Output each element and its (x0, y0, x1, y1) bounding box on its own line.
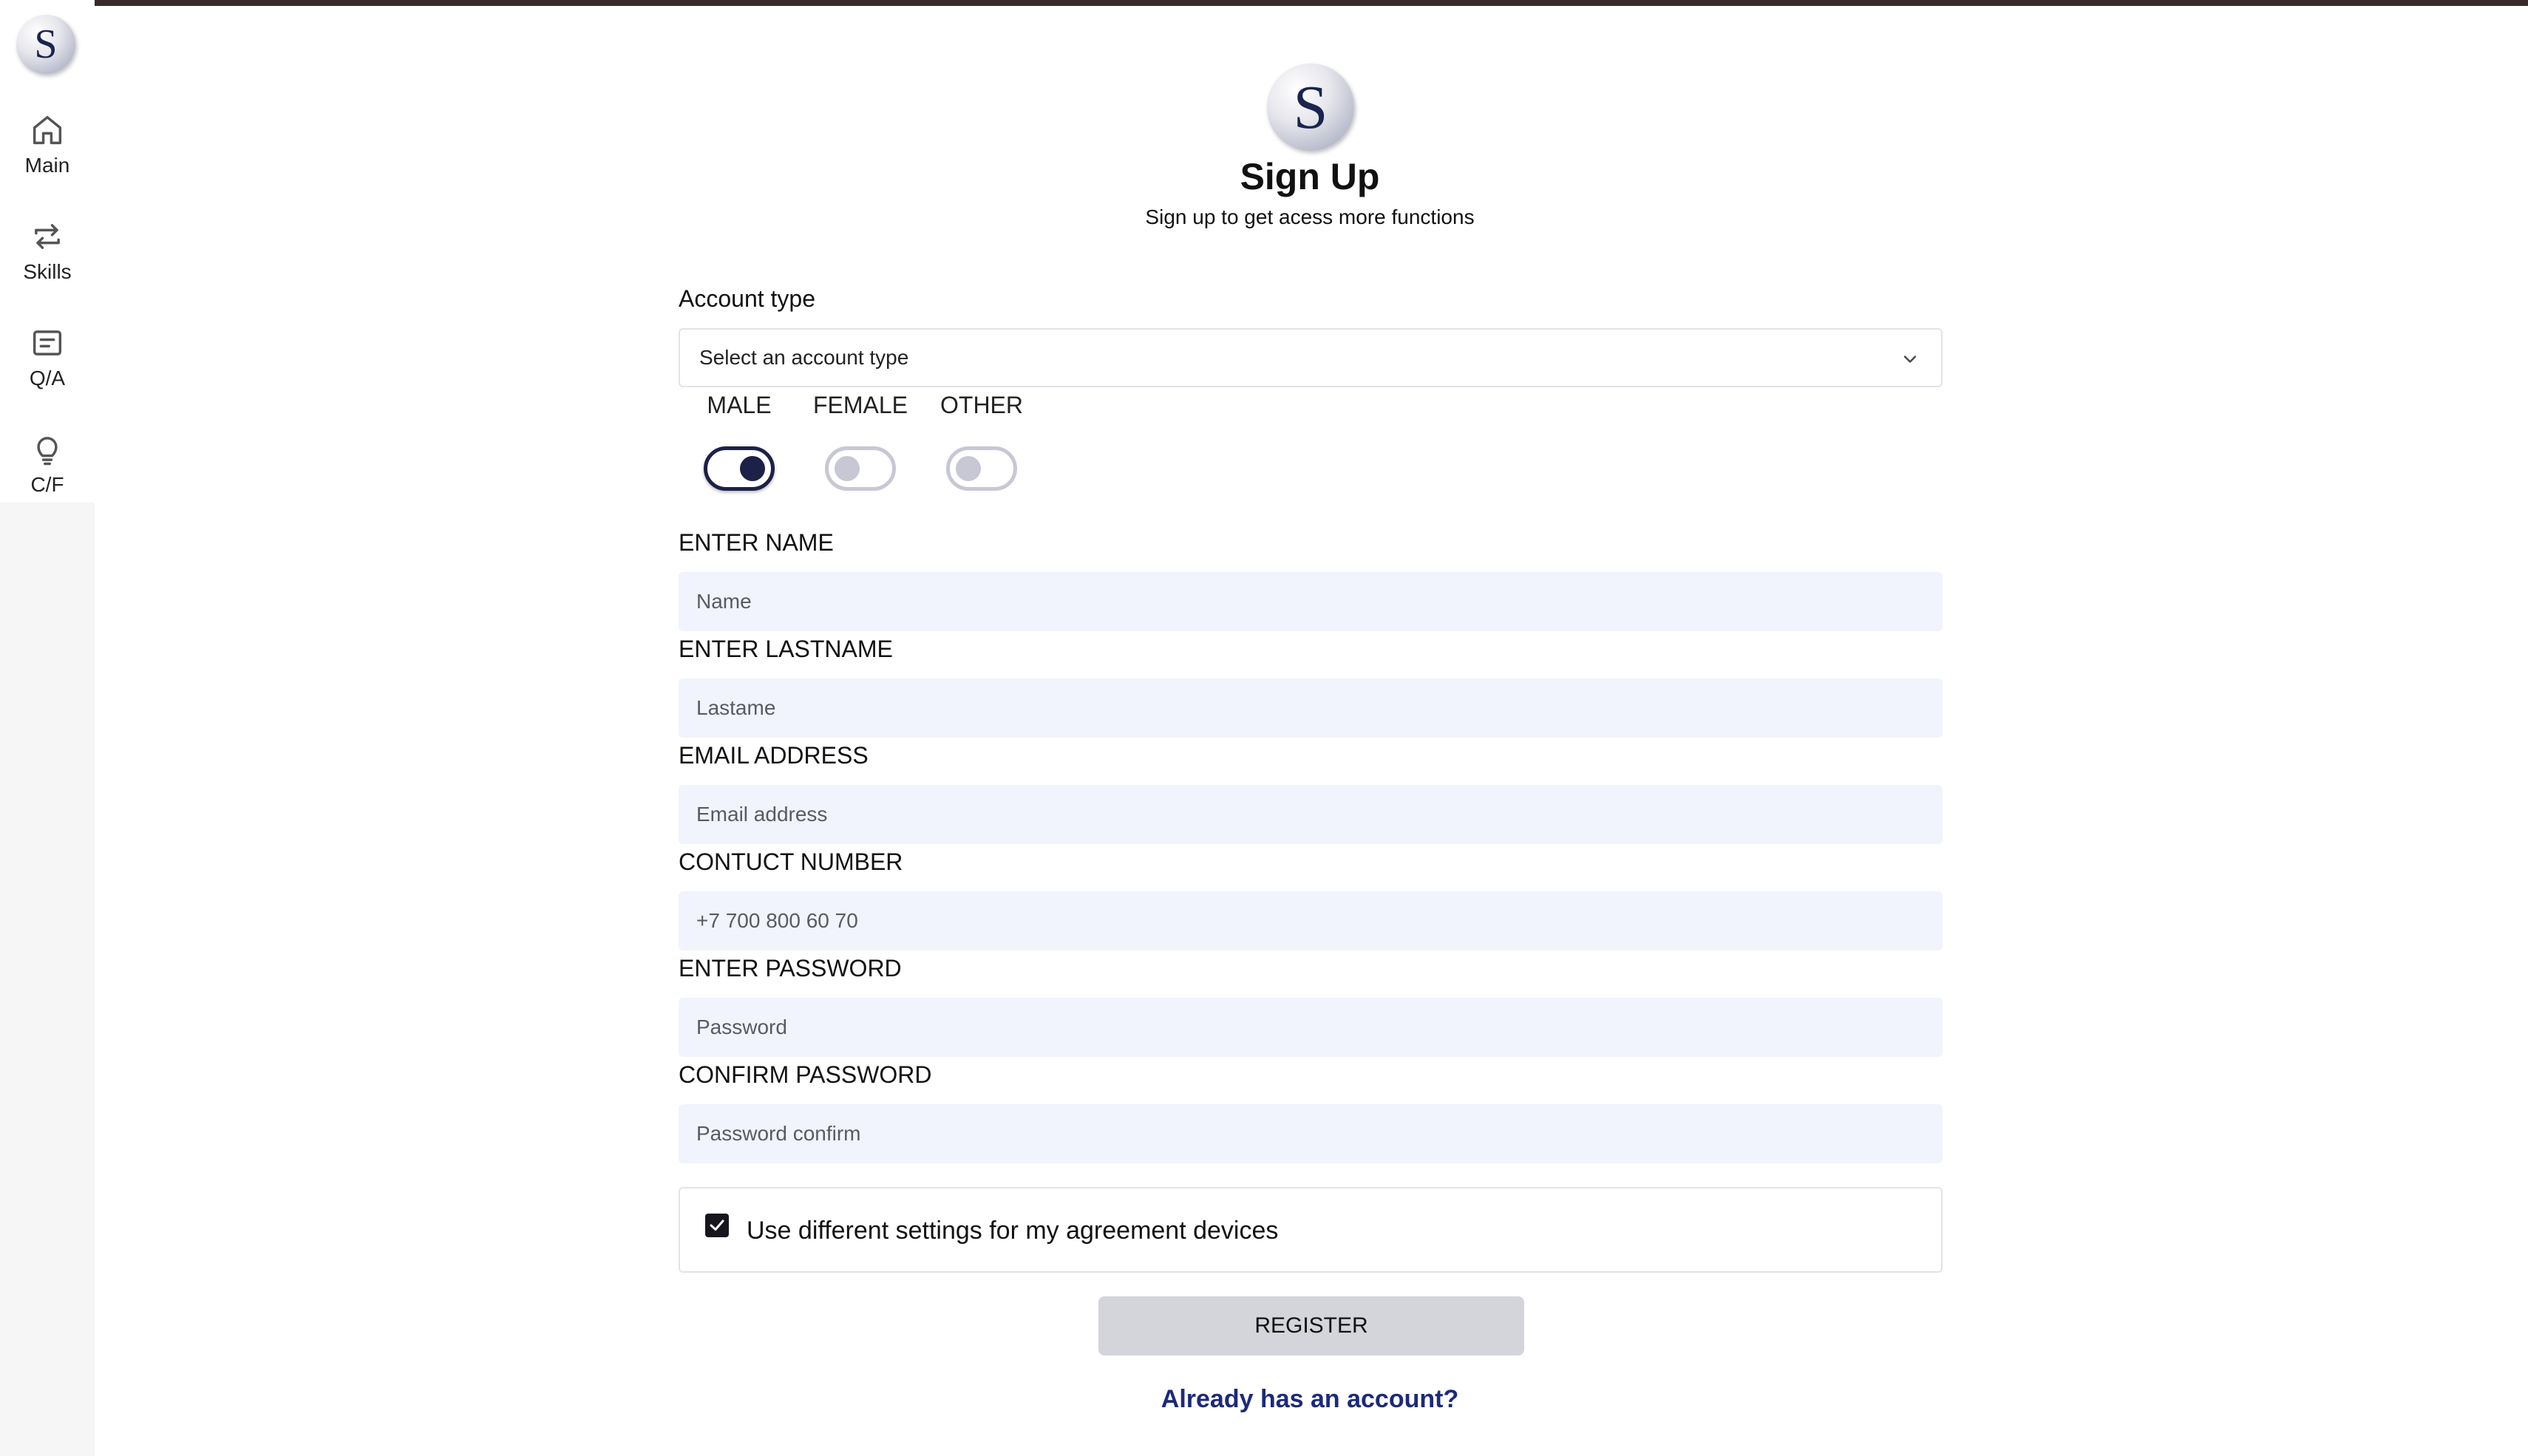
checkmark-icon (710, 1219, 724, 1231)
account-type-value: Select an account type (699, 346, 909, 369)
gender-other-toggle[interactable] (946, 446, 1017, 491)
agreement-checkbox[interactable] (705, 1214, 729, 1237)
sidebar-item-skills[interactable]: Skills (0, 217, 95, 306)
home-icon (33, 115, 62, 145)
name-input[interactable] (679, 572, 1943, 631)
sidebar: S Main Skills Q/A C/F (0, 0, 95, 1456)
password-confirm-input[interactable] (679, 1104, 1943, 1163)
gender-other-label: OTHER (940, 392, 1023, 418)
account-type-label: Account type (679, 285, 815, 312)
logo-letter: S (1293, 72, 1328, 142)
page-title: Sign Up (1240, 156, 1380, 197)
email-label: EMAIL ADDRESS (679, 742, 869, 769)
brand-logo: S (1267, 64, 1354, 151)
sidebar-item-label: Q/A (29, 367, 66, 389)
sidebar-item-cf[interactable]: C/F (0, 430, 95, 519)
email-input[interactable] (679, 785, 1943, 844)
lastname-input[interactable] (679, 678, 1943, 738)
page-subtitle: Sign up to get acess more functions (1145, 205, 1475, 228)
phone-input[interactable] (679, 891, 1943, 950)
name-label: ENTER NAME (679, 529, 834, 556)
toggle-knob (956, 456, 981, 481)
sidebar-item-label: C/F (30, 473, 64, 496)
password-label: ENTER PASSWORD (679, 955, 902, 982)
sidebar-logo[interactable]: S (16, 15, 75, 74)
window-top-bar (0, 0, 2528, 6)
sidebar-item-main[interactable]: Main (0, 111, 95, 200)
password-confirm-label: CONFIRM PASSWORD (679, 1061, 932, 1088)
sidebar-item-qa[interactable]: Q/A (0, 324, 95, 412)
sidebar-item-label: Skills (23, 260, 72, 283)
account-type-select[interactable]: Select an account type (679, 328, 1943, 387)
message-square-icon (33, 330, 62, 356)
swap-arrows-icon (35, 224, 60, 249)
agreement-panel: Use different settings for my agreement … (679, 1187, 1943, 1273)
lightbulb-icon (37, 437, 58, 466)
toggle-knob (835, 456, 860, 481)
gender-female-toggle[interactable] (825, 446, 896, 491)
toggle-knob (740, 456, 765, 481)
password-input[interactable] (679, 998, 1943, 1057)
gender-male-toggle[interactable] (704, 446, 775, 491)
login-link[interactable]: Already has an account? (1079, 1385, 1540, 1414)
phone-label: CONTUCT NUMBER (679, 848, 903, 875)
sidebar-item-label: Main (24, 154, 70, 177)
logo-letter: S (34, 21, 58, 67)
lastname-label: ENTER LASTNAME (679, 636, 893, 662)
chevron-down-icon (1903, 356, 1917, 363)
register-button[interactable]: REGISTER (1098, 1296, 1524, 1355)
agreement-label: Use different settings for my agreement … (747, 1217, 1279, 1245)
gender-female-label: FEMALE (812, 392, 908, 418)
gender-male-label: MALE (707, 392, 772, 418)
